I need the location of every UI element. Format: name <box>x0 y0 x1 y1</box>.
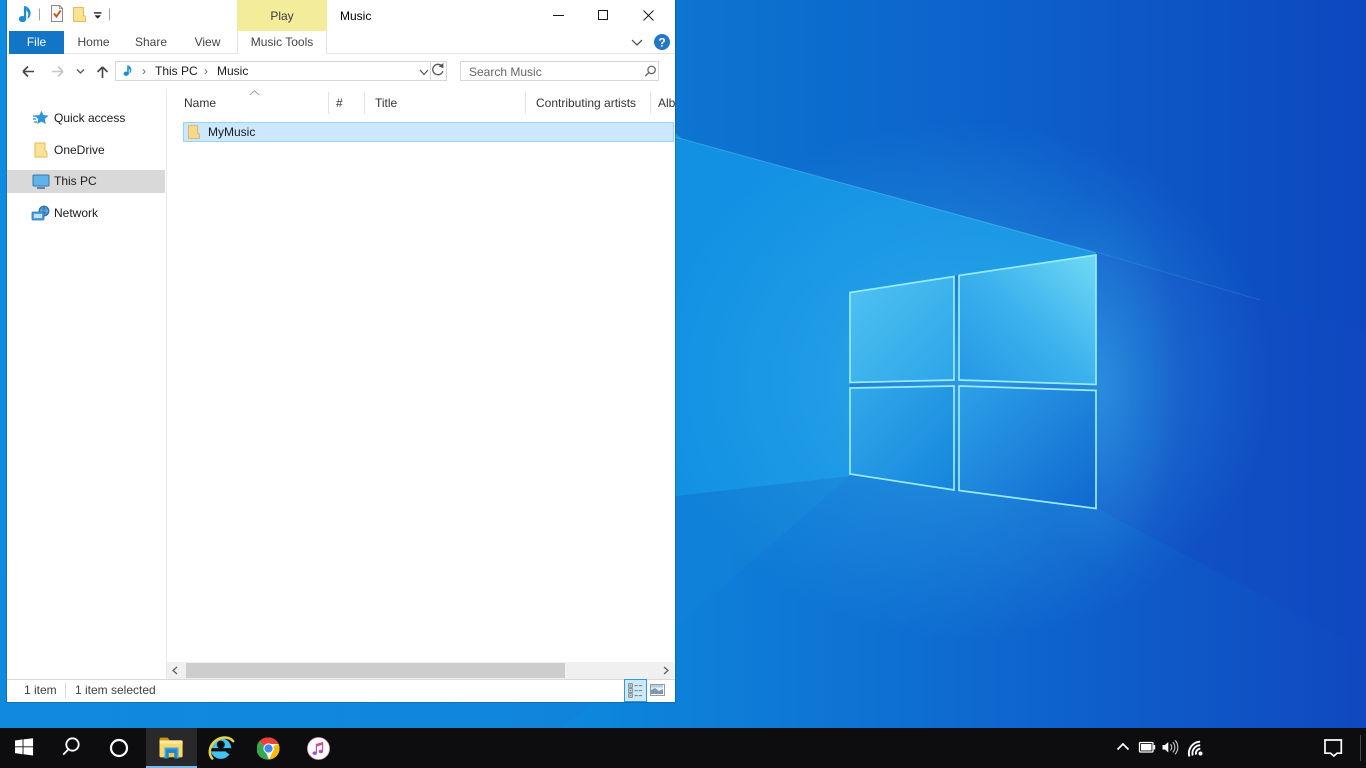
svg-text:?: ? <box>658 36 665 50</box>
